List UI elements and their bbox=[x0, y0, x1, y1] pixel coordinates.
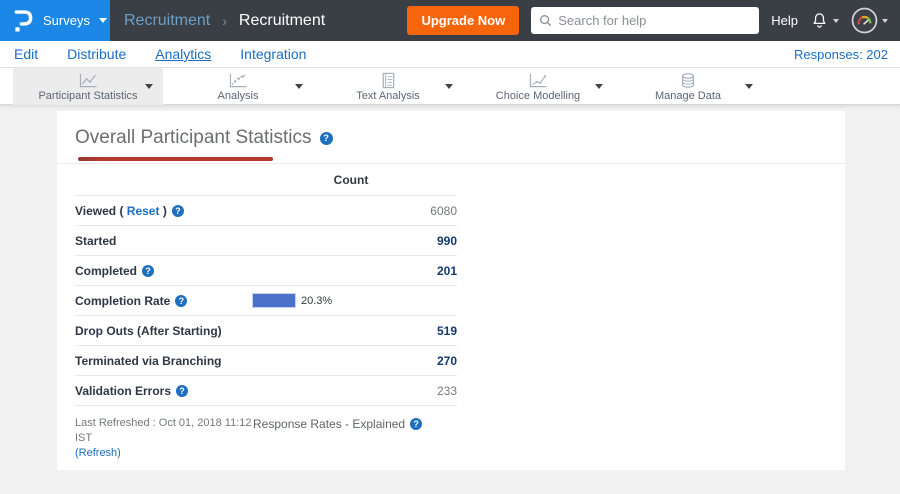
top-bar: Surveys Recruitment › Recruitment Upgrad… bbox=[0, 0, 900, 41]
table-row-validation-errors: Validation Errors ? 233 bbox=[75, 376, 457, 406]
questionpro-logo-icon bbox=[12, 7, 34, 34]
help-search[interactable] bbox=[531, 7, 760, 34]
database-icon bbox=[679, 72, 697, 89]
row-label: Drop Outs (After Starting) bbox=[75, 323, 222, 338]
tool-label: Text Analysis bbox=[356, 89, 420, 102]
count-column-header: Count bbox=[333, 172, 369, 187]
tool-manage-data[interactable]: Manage Data bbox=[613, 68, 763, 105]
completion-rate-bar bbox=[252, 293, 296, 308]
nav-item-analytics[interactable]: Analytics bbox=[155, 46, 211, 62]
breadcrumb-current: Recruitment bbox=[238, 11, 326, 29]
statistics-panel: Overall Participant Statistics ? Count V… bbox=[57, 111, 845, 470]
breadcrumb: Recruitment › Recruitment bbox=[124, 12, 325, 30]
chevron-down-icon[interactable] bbox=[145, 84, 153, 89]
surveys-menu[interactable]: Surveys bbox=[0, 0, 110, 41]
row-label: Completion Rate bbox=[75, 293, 171, 308]
line-chart-icon bbox=[77, 72, 99, 89]
table-row-started: Started 990 bbox=[75, 226, 457, 256]
page-title: Overall Participant Statistics bbox=[75, 127, 312, 148]
help-icon[interactable]: ? bbox=[176, 384, 189, 397]
tool-text-analysis[interactable]: Text Analysis bbox=[313, 68, 463, 105]
bell-icon bbox=[810, 11, 829, 31]
avatar bbox=[851, 7, 878, 34]
tool-label: Choice Modelling bbox=[495, 89, 581, 102]
row-value: 990 bbox=[436, 233, 457, 248]
row-label: Started bbox=[75, 233, 117, 248]
breadcrumb-parent[interactable]: Recruitment bbox=[124, 12, 210, 30]
chevron-down-icon bbox=[833, 18, 839, 23]
reset-link[interactable]: Reset bbox=[127, 204, 160, 218]
tool-analysis[interactable]: Analysis bbox=[163, 68, 313, 105]
table-row-terminated: Terminated via Branching 270 bbox=[75, 346, 457, 376]
row-value: 6080 bbox=[430, 203, 457, 218]
trend-chart-icon bbox=[227, 72, 249, 89]
participant-statistics-table: Count Viewed ( Reset ) ? 6080 Started 99… bbox=[75, 164, 457, 406]
nav-items: Edit Distribute Analytics Integration bbox=[14, 46, 306, 62]
breadcrumb-separator: › bbox=[222, 12, 227, 29]
surveys-menu-label: Surveys bbox=[43, 13, 90, 28]
completion-rate-value: 20.3% bbox=[301, 294, 333, 307]
row-label: Completed bbox=[75, 263, 138, 278]
chevron-down-icon[interactable] bbox=[445, 84, 453, 89]
panel-header: Overall Participant Statistics ? bbox=[57, 111, 845, 149]
tool-label: Analysis bbox=[217, 89, 259, 102]
page-body: Overall Participant Statistics ? Count V… bbox=[0, 105, 900, 470]
red-annotation-underline bbox=[78, 157, 273, 161]
table-header-row: Count bbox=[75, 164, 457, 196]
chevron-down-icon[interactable] bbox=[595, 84, 603, 89]
help-icon[interactable]: ? bbox=[410, 418, 423, 430]
chevron-down-icon[interactable] bbox=[745, 84, 753, 89]
nav-item-edit[interactable]: Edit bbox=[14, 46, 38, 62]
account-menu[interactable] bbox=[851, 7, 888, 34]
row-label-suffix: ) bbox=[159, 203, 167, 218]
last-refreshed-text: Last Refreshed : Oct 01, 2018 11:12 IST bbox=[75, 417, 252, 444]
document-icon bbox=[379, 72, 397, 89]
chevron-down-icon bbox=[882, 18, 888, 23]
analytics-toolbar: Participant Statistics Analysis Text Ana… bbox=[0, 68, 900, 105]
help-icon[interactable]: ? bbox=[175, 294, 188, 307]
nav-item-distribute[interactable]: Distribute bbox=[67, 46, 126, 62]
help-icon[interactable]: ? bbox=[171, 204, 184, 217]
tool-label: Manage Data bbox=[654, 89, 722, 102]
row-value: 519 bbox=[436, 323, 457, 338]
help-icon[interactable]: ? bbox=[319, 131, 333, 145]
help-icon[interactable]: ? bbox=[142, 264, 155, 277]
table-row-viewed: Viewed ( Reset ) ? 6080 bbox=[75, 196, 457, 226]
upgrade-now-button[interactable]: Upgrade Now bbox=[407, 6, 520, 35]
search-input[interactable] bbox=[558, 13, 752, 28]
nav-item-integration[interactable]: Integration bbox=[240, 46, 306, 62]
responses-count[interactable]: Responses: 202 bbox=[794, 47, 888, 62]
tool-participant-statistics[interactable]: Participant Statistics bbox=[13, 68, 163, 105]
tool-label: Participant Statistics bbox=[38, 89, 138, 102]
row-label: Terminated via Branching bbox=[75, 353, 222, 368]
table-footer: Last Refreshed : Oct 01, 2018 11:12 IST … bbox=[75, 416, 845, 461]
survey-nav: Edit Distribute Analytics Integration Re… bbox=[0, 41, 900, 68]
notifications-menu[interactable] bbox=[810, 11, 839, 31]
row-value: 201 bbox=[436, 263, 457, 278]
chevron-down-icon[interactable] bbox=[295, 84, 303, 89]
refresh-link[interactable]: (Refresh) bbox=[75, 447, 121, 459]
response-rates-link[interactable]: Response Rates - Explained bbox=[253, 417, 405, 431]
search-icon bbox=[539, 14, 552, 27]
table-row-drop-outs: Drop Outs (After Starting) 519 bbox=[75, 316, 457, 346]
row-value: 233 bbox=[436, 383, 457, 398]
help-link[interactable]: Help bbox=[771, 13, 798, 28]
row-value: 270 bbox=[436, 353, 457, 368]
topbar-right: Upgrade Now Help bbox=[407, 6, 900, 35]
scatter-chart-icon bbox=[527, 72, 549, 89]
row-label: Viewed ( bbox=[75, 203, 127, 218]
row-label: Validation Errors bbox=[75, 383, 172, 398]
table-row-completed: Completed ? 201 bbox=[75, 256, 457, 286]
chevron-down-icon bbox=[98, 18, 107, 23]
tool-choice-modelling[interactable]: Choice Modelling bbox=[463, 68, 613, 105]
table-row-completion-rate: Completion Rate ? 20.3% bbox=[75, 286, 457, 316]
